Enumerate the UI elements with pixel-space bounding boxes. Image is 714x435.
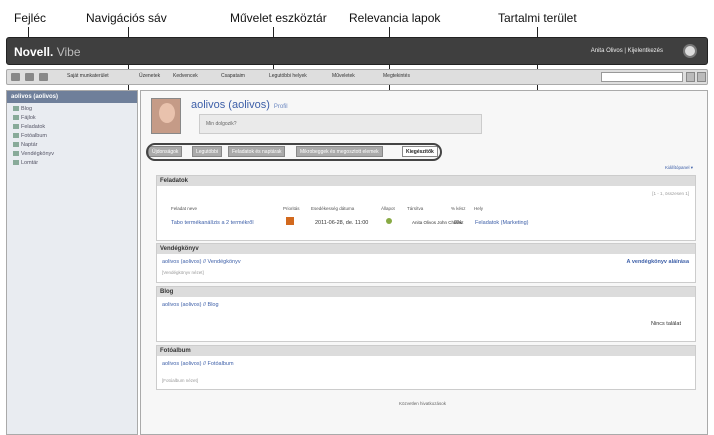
tasks-section: Feladatok [1 - 1, összesen 1] Feladat ne… xyxy=(156,175,696,241)
no-results: Nincs találat xyxy=(651,321,681,327)
task-link[interactable]: Tabo termékanálízis a 2 termékről xyxy=(171,220,254,226)
profile-name: aolivos (aolivos) Profil xyxy=(191,99,288,111)
menu-favorites[interactable]: Kedvencek xyxy=(173,73,198,79)
col-due[interactable]: Esedékesség dátuma xyxy=(311,206,354,211)
nav-item-tasks[interactable]: Feladatok xyxy=(7,123,137,132)
photo-icon xyxy=(13,133,19,139)
gear-icon[interactable] xyxy=(683,44,697,58)
callout-content: Tartalmi terület xyxy=(498,11,577,25)
user-menu[interactable]: Anita Olivos | Kijelentkezés xyxy=(591,48,663,54)
callout-nav: Navigációs sáv xyxy=(86,11,167,25)
permalinks-link[interactable]: Közvetlen hivatkozások xyxy=(399,401,446,406)
nav-item-calendar[interactable]: Naptár xyxy=(7,141,137,150)
percent-done: 0% xyxy=(454,220,462,226)
callout-tabs: Relevancia lapok xyxy=(349,11,441,25)
section-title: Feladatok xyxy=(157,176,695,186)
content-area: aolivos (aolivos) Profil Min dolgozik? Új… xyxy=(140,90,708,435)
col-place[interactable]: Hely xyxy=(474,206,483,211)
app-header: Novell. Vibe Anita Olivos | Kijelentkezé… xyxy=(6,37,708,65)
blog-section: Blog aolivos (aolivos) // Blog Nincs tal… xyxy=(156,286,696,342)
pager: [1 - 1, összesen 1] xyxy=(652,191,689,196)
priority-icon xyxy=(286,217,294,225)
nav-item-trash[interactable]: Lomtár xyxy=(7,159,137,168)
nav-item-photos[interactable]: Fotóalbum xyxy=(7,132,137,141)
tabs-highlight xyxy=(146,143,442,161)
blog-icon xyxy=(13,106,19,112)
due-date: 2011-06-28, de. 11:00 xyxy=(315,220,369,226)
tasks-icon xyxy=(13,124,19,130)
home-icon[interactable] xyxy=(25,73,34,81)
custom-panel-menu[interactable]: Kiállítópanel ▾ xyxy=(665,165,693,171)
sign-guestbook-link[interactable]: A vendégkönyv aláírása xyxy=(627,259,689,265)
col-task-name[interactable]: Feladat neve xyxy=(171,206,197,211)
callout-toolbar: Művelet eszköztár xyxy=(230,11,327,25)
search-input[interactable] xyxy=(601,72,683,82)
folder-icon xyxy=(13,115,19,121)
nav-title[interactable]: aolivos (aolivos) xyxy=(7,91,137,103)
section-title: Fotóalbum xyxy=(157,346,695,356)
nav-item-blog[interactable]: Blog xyxy=(7,105,137,114)
guestbook-note: [Vendégkönyv nézet] xyxy=(162,270,204,275)
menu-teams[interactable]: Csapataim xyxy=(221,73,245,79)
search-icon[interactable] xyxy=(686,72,695,82)
section-title: Vendégkönyv xyxy=(157,244,695,254)
nav-item-files[interactable]: Fájlok xyxy=(7,114,137,123)
blog-link[interactable]: aolivos (aolivos) // Blog xyxy=(162,302,219,308)
menu-workspace[interactable]: Saját munkaterület xyxy=(67,73,109,79)
section-title: Blog xyxy=(157,287,695,297)
col-done[interactable]: % kész xyxy=(451,206,466,211)
menu-messages[interactable]: Üzenetek xyxy=(139,73,160,79)
status-icon xyxy=(386,218,392,224)
app-logo: Novell. Vibe xyxy=(14,45,81,59)
callout-header: Fejléc xyxy=(14,11,47,25)
guestbook-link[interactable]: aolivos (aolivos) // Vendégkönyv xyxy=(162,259,241,265)
nav-item-guestbook[interactable]: Vendégkönyv xyxy=(7,150,137,159)
calendar-icon xyxy=(13,142,19,148)
guestbook-section: Vendégkönyv aolivos (aolivos) // Vendégk… xyxy=(156,243,696,283)
advanced-search-icon[interactable] xyxy=(697,72,706,82)
menu-actions[interactable]: Műveletek xyxy=(332,73,355,79)
col-status[interactable]: Állapot xyxy=(381,206,395,211)
menu-view[interactable]: Megtekintés xyxy=(383,73,410,79)
status-input[interactable]: Min dolgozik? xyxy=(199,114,482,134)
trash-icon xyxy=(13,160,19,166)
people-icon[interactable] xyxy=(39,73,48,81)
photo-album-section: Fotóalbum aolivos (aolivos) // Fotóalbum… xyxy=(156,345,696,390)
action-toolbar: Saját munkaterület Üzenetek Kedvencek Cs… xyxy=(6,69,708,85)
back-icon[interactable] xyxy=(11,73,20,81)
profile-link[interactable]: Profil xyxy=(274,104,288,110)
place-link[interactable]: Feladatok (Marketing) xyxy=(475,220,529,226)
photo-album-link[interactable]: aolivos (aolivos) // Fotóalbum xyxy=(162,361,234,367)
guestbook-icon xyxy=(13,151,19,157)
navigation-pane: aolivos (aolivos) Blog Fájlok Feladatok … xyxy=(6,90,138,435)
col-priority[interactable]: Prioritás xyxy=(283,206,300,211)
photo-album-note: [Fotóalbum nézet] xyxy=(162,378,199,383)
menu-recent[interactable]: Legutóbbi helyek xyxy=(269,73,307,79)
avatar[interactable] xyxy=(151,98,181,134)
col-assigned[interactable]: Társítva xyxy=(407,206,423,211)
